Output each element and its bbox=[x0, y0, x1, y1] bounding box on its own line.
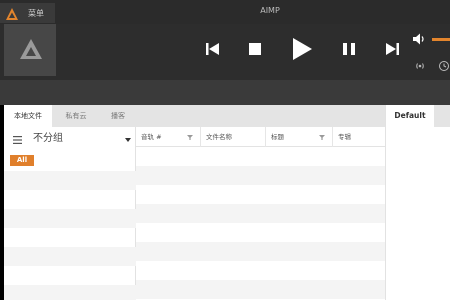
all-filter-badge[interactable]: All bbox=[10, 155, 34, 166]
player-header: 菜单 AIMP bbox=[0, 0, 450, 105]
filter-icon[interactable] bbox=[187, 135, 193, 140]
column-label: 音轨 # bbox=[141, 133, 162, 141]
playback-controls bbox=[0, 24, 450, 80]
title-bar: 菜单 AIMP bbox=[0, 0, 450, 24]
table-row bbox=[136, 242, 385, 261]
aimp-logo-icon bbox=[6, 8, 18, 20]
table-row bbox=[136, 223, 385, 242]
source-tabs: 本地文件 私有云 播客 bbox=[4, 105, 450, 127]
volume-icon[interactable] bbox=[412, 32, 426, 46]
list-item bbox=[4, 171, 136, 190]
radio-icon[interactable] bbox=[414, 60, 426, 72]
table-row bbox=[136, 185, 385, 204]
next-icon[interactable] bbox=[385, 43, 399, 55]
timer-icon[interactable] bbox=[438, 60, 450, 72]
list-item bbox=[4, 190, 136, 209]
previous-icon[interactable] bbox=[206, 43, 220, 55]
list-item bbox=[4, 266, 136, 285]
table-row bbox=[136, 261, 385, 280]
table-row bbox=[136, 204, 385, 223]
play-icon[interactable] bbox=[292, 38, 312, 60]
window-title: AIMP bbox=[260, 6, 280, 15]
group-panel: 不分组 All bbox=[4, 127, 136, 300]
playlist-tab-strip bbox=[434, 105, 450, 127]
menu-icon[interactable] bbox=[13, 136, 22, 144]
chevron-down-icon[interactable] bbox=[125, 138, 131, 142]
list-item bbox=[4, 228, 136, 247]
filter-icon[interactable] bbox=[319, 135, 325, 140]
column-file-name[interactable]: 文件名称 bbox=[201, 127, 266, 147]
group-list bbox=[4, 171, 136, 300]
track-list: 音轨 # 文件名称 标题 专辑 bbox=[136, 127, 385, 300]
table-row bbox=[136, 280, 385, 299]
menu-button[interactable]: 菜单 bbox=[0, 3, 55, 23]
column-label: 标题 bbox=[271, 133, 284, 141]
group-selector[interactable]: 不分组 bbox=[4, 127, 136, 151]
list-item bbox=[4, 247, 136, 266]
column-album[interactable]: 专辑 bbox=[333, 127, 385, 147]
tab-local-files[interactable]: 本地文件 bbox=[4, 105, 52, 127]
column-label: 文件名称 bbox=[206, 133, 232, 141]
seek-bar-area[interactable] bbox=[0, 80, 450, 105]
table-row bbox=[136, 166, 385, 185]
tab-podcasts[interactable]: 播客 bbox=[100, 105, 136, 127]
stop-icon[interactable] bbox=[249, 43, 261, 55]
column-track-number[interactable]: 音轨 # bbox=[136, 127, 201, 147]
column-label: 专辑 bbox=[338, 133, 351, 141]
playlist-panel: Default bbox=[385, 105, 450, 300]
track-rows bbox=[136, 147, 385, 300]
list-item bbox=[4, 285, 136, 300]
table-row bbox=[136, 147, 385, 166]
group-label: 不分组 bbox=[33, 133, 63, 144]
column-header-row: 音轨 # 文件名称 标题 专辑 bbox=[136, 127, 385, 147]
tab-default-playlist[interactable]: Default bbox=[386, 105, 434, 127]
menu-label: 菜单 bbox=[28, 9, 44, 18]
pause-icon[interactable] bbox=[343, 43, 355, 55]
aimp-window: 菜单 AIMP 本地文件 私有云 播客 不分组 All 音轨 # 文件名称 标题… bbox=[0, 0, 450, 300]
list-item bbox=[4, 209, 136, 228]
column-title[interactable]: 标题 bbox=[266, 127, 333, 147]
tab-private-cloud[interactable]: 私有云 bbox=[56, 105, 96, 127]
volume-slider[interactable] bbox=[432, 38, 450, 41]
